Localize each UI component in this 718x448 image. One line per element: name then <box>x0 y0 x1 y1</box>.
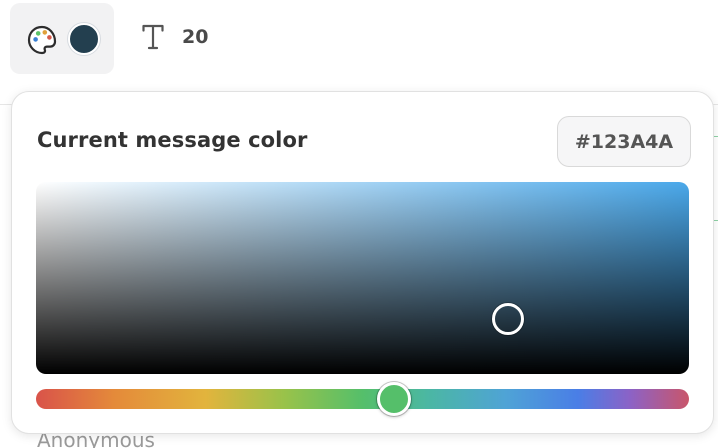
saturation-brightness-area[interactable] <box>36 182 689 374</box>
font-size-button[interactable]: 20 <box>142 22 208 52</box>
color-picker-button[interactable] <box>10 3 114 74</box>
palette-icon <box>26 24 58 56</box>
saturation-handle[interactable] <box>492 303 524 335</box>
color-picker-popover: Current message color #123A4A <box>11 91 714 434</box>
hue-handle[interactable] <box>377 382 411 416</box>
font-size-value: 20 <box>182 26 209 48</box>
hue-slider[interactable] <box>36 389 689 409</box>
hex-color-input[interactable]: #123A4A <box>557 116 691 167</box>
popover-title: Current message color <box>37 128 308 152</box>
current-color-swatch[interactable] <box>68 23 100 55</box>
toolbar: 20 <box>0 0 718 90</box>
text-icon <box>142 24 164 50</box>
